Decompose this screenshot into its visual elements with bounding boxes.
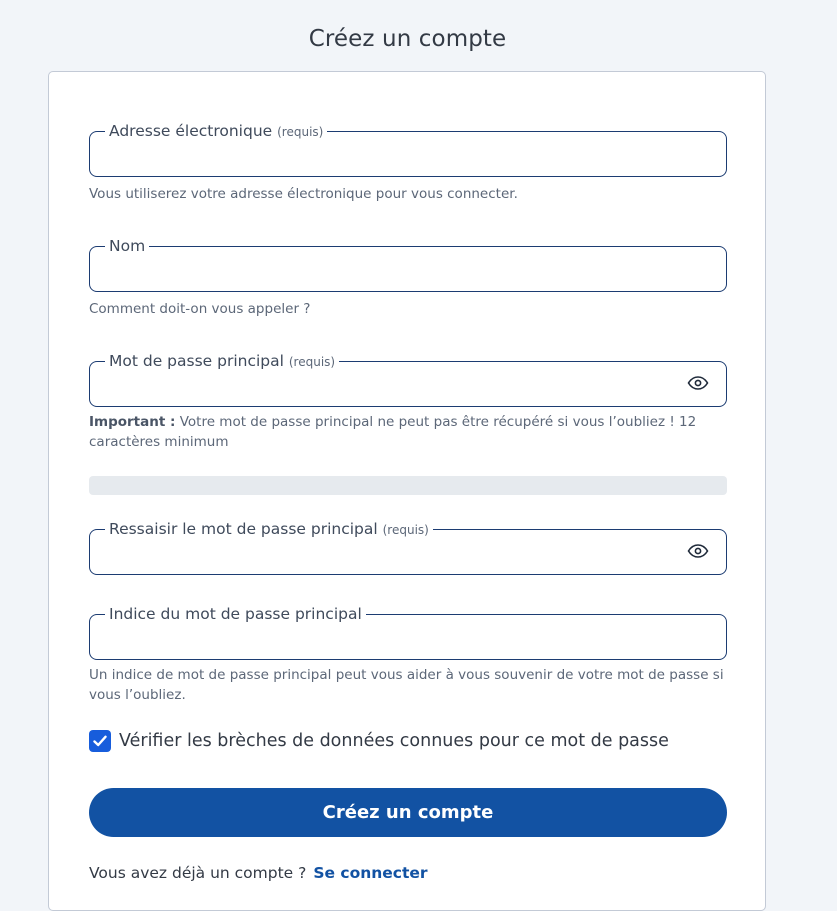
password-hint-input[interactable] (103, 623, 677, 653)
breach-check-option[interactable]: Vérifier les brèches de données connues … (89, 730, 669, 752)
toggle-confirm-visibility-button[interactable] (685, 539, 711, 563)
name-field[interactable]: Nom (89, 237, 727, 292)
login-link[interactable]: Se connecter (313, 864, 427, 882)
eye-icon (687, 376, 709, 390)
checkmark-icon (93, 735, 107, 747)
confirm-password-field[interactable]: Ressaisir le mot de passe principal (req… (89, 520, 727, 575)
master-password-field[interactable]: Mot de passe principal (requis) (89, 352, 727, 407)
password-hint-field[interactable]: Indice du mot de passe principal (89, 605, 727, 660)
password-hint-help: Un indice de mot de passe principal peut… (89, 667, 724, 703)
login-prompt-text: Vous avez déjà un compte ? (89, 864, 307, 882)
name-input[interactable] (103, 255, 677, 285)
login-prompt: Vous avez déjà un compte ? Se connecter (89, 864, 428, 882)
confirm-password-label: Ressaisir le mot de passe principal (109, 520, 378, 538)
master-password-input[interactable] (103, 370, 677, 400)
name-hint: Comment doit-on vous appeler ? (89, 301, 311, 317)
master-password-hint-strong: Important : (89, 414, 176, 430)
email-required-tag: (requis) (277, 125, 324, 139)
confirm-password-input[interactable] (103, 538, 677, 568)
password-hint-label: Indice du mot de passe principal (109, 605, 362, 623)
breach-check-checkbox[interactable] (89, 730, 111, 752)
confirm-password-required-tag: (requis) (382, 523, 429, 537)
email-label: Adresse électronique (109, 122, 273, 140)
create-account-button[interactable]: Créez un compte (89, 788, 727, 837)
page-title: Créez un compte (308, 26, 507, 52)
password-strength-meter (89, 476, 727, 495)
breach-check-label: Vérifier les brèches de données connues … (119, 731, 669, 751)
toggle-password-visibility-button[interactable] (685, 371, 711, 395)
email-field[interactable]: Adresse électronique (requis) (89, 122, 727, 177)
register-form-card: Adresse électronique (requis) Vous utili… (48, 71, 766, 911)
master-password-hint: Important : Votre mot de passe principal… (89, 412, 729, 452)
email-input[interactable] (103, 140, 677, 170)
master-password-hint-text: Votre mot de passe principal ne peut pas… (89, 414, 697, 450)
email-hint: Vous utiliserez votre adresse électroniq… (89, 186, 518, 202)
name-label: Nom (109, 237, 146, 255)
eye-icon (687, 544, 709, 558)
master-password-required-tag: (requis) (288, 355, 336, 369)
master-password-label: Mot de passe principal (109, 352, 284, 370)
